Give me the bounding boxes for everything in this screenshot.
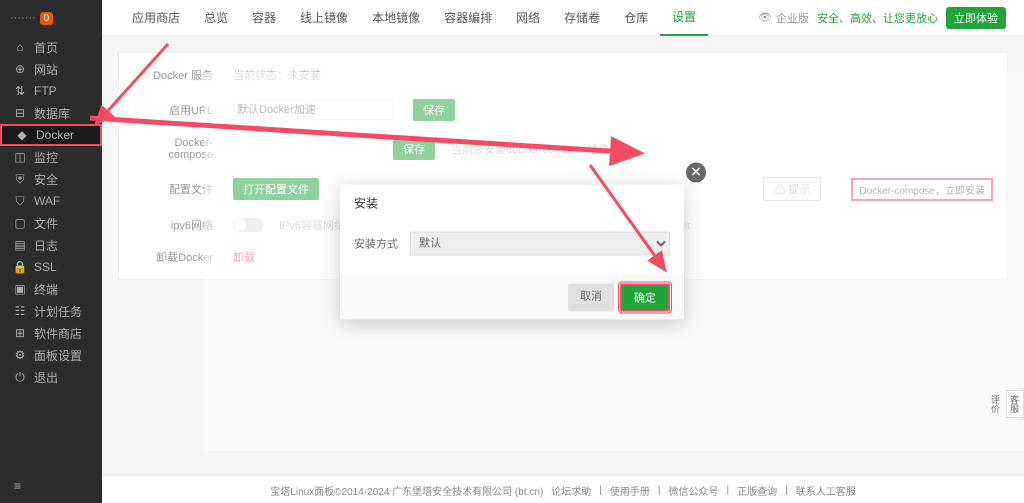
sidebar-item-database[interactable]: ⊟ 数据库 [0, 102, 102, 124]
tab-compose[interactable]: 容器编排 [432, 0, 504, 36]
sidebar-item-website[interactable]: ⊕ 网站 [0, 58, 102, 80]
tab-registry[interactable]: 仓库 [612, 0, 660, 36]
side-widget[interactable]: 客服 评价 [1006, 390, 1024, 418]
sidebar-item-label: 数据库 [34, 105, 70, 122]
modal-close-button[interactable]: ✕ [686, 162, 706, 182]
monitor-icon: ◫ [14, 151, 26, 163]
sidebar-logo: ······· 0 [0, 0, 102, 36]
eye-text: 企业版 [776, 10, 809, 26]
sidebar-item-files[interactable]: ▢ 文件 [0, 212, 102, 234]
modal-cancel-button[interactable]: 取消 [568, 283, 614, 311]
copyright: 宝塔Linux面板©2014-2024 广东堡塔安全技术有限公司 (bt.cn) [270, 483, 543, 498]
home-icon: ⌂ [14, 41, 26, 53]
tab-settings[interactable]: 设置 [660, 0, 708, 36]
terminal-icon: ▣ [14, 283, 26, 295]
status-label: Docker 服务 [133, 67, 213, 83]
compose-label: Docker-compose [133, 137, 213, 161]
modal-ok-button[interactable]: 确定 [620, 283, 670, 311]
sidebar-item-logs[interactable]: ▤ 日志 [0, 234, 102, 256]
tab-online-images[interactable]: 线上镜像 [288, 0, 360, 36]
sidebar-item-terminal[interactable]: ▣ 终端 [0, 278, 102, 300]
sidebar-item-label: SSL [34, 260, 57, 274]
footer-link-wechat[interactable]: 微信公众号 [669, 483, 719, 498]
settings-icon: ⚙ [14, 349, 26, 361]
sidebar-collapse[interactable]: ≡ [14, 479, 21, 493]
install-method-label: 安装方式 [354, 235, 398, 251]
footer-link-verify[interactable]: 正版查询 [737, 483, 777, 498]
tab-network[interactable]: 网络 [504, 0, 552, 36]
sidebar-item-cron[interactable]: ☷ 计划任务 [0, 300, 102, 322]
tab-local-images[interactable]: 本地镜像 [360, 0, 432, 36]
eye-icon: 👁 [758, 11, 772, 24]
sidebar-item-label: 首页 [34, 39, 58, 56]
sidebar-item-label: 日志 [34, 237, 58, 254]
sidebar-item-ssl[interactable]: 🔒 SSL [0, 256, 102, 278]
install-modal: ✕ 安装 安装方式 默认 取消 确定 [340, 184, 684, 319]
sidebar-item-label: 监控 [34, 149, 58, 166]
sidebar-item-home[interactable]: ⌂ 首页 [0, 36, 102, 58]
sidebar-item-label: WAF [34, 194, 60, 208]
side-widget-support[interactable]: 客服 [1008, 395, 1021, 413]
ftp-icon: ⇅ [14, 85, 26, 97]
ssl-icon: 🔒 [14, 261, 26, 273]
experience-button[interactable]: 立即体验 [946, 7, 1006, 29]
globe-icon: ⊕ [14, 63, 26, 75]
footer: 宝塔Linux面板©2014-2024 广东堡塔安全技术有限公司 (bt.cn)… [102, 477, 1024, 503]
mirror-label: 启用URL [133, 102, 213, 118]
eye-badge: 👁 企业版 [758, 10, 809, 26]
footer-link-support[interactable]: 联系人工客服 [796, 483, 856, 498]
file-label: 配置文件 [133, 181, 213, 197]
tab-volumes[interactable]: 存储卷 [552, 0, 612, 36]
sidebar-item-waf[interactable]: ⛉ WAF [0, 190, 102, 212]
sidebar-item-label: 文件 [34, 215, 58, 232]
install-method-select[interactable]: 默认 [410, 231, 670, 255]
sidebar-item-store[interactable]: ⊞ 软件商店 [0, 322, 102, 344]
sidebar-item-label: 计划任务 [34, 303, 82, 320]
footer-link-manual[interactable]: 使用手册 [610, 483, 650, 498]
sidebar-item-settings[interactable]: ⚙ 面板设置 [0, 344, 102, 366]
sidebar-item-label: 网站 [34, 61, 58, 78]
sidebar-item-monitor[interactable]: ◫ 监控 [0, 146, 102, 168]
db-icon: ⊟ [14, 107, 26, 119]
notification-badge[interactable]: 0 [40, 12, 54, 25]
tab-appstore[interactable]: 应用商店 [120, 0, 192, 36]
ipv6-label: ipv6网络 [133, 217, 213, 233]
sidebar-item-label: 退出 [34, 369, 58, 386]
side-widget-rate[interactable]: 评价 [989, 395, 1002, 413]
uninstall-label: 卸载Docker [133, 249, 213, 265]
modal-footer: 取消 确定 [340, 275, 684, 319]
tab-overview[interactable]: 总览 [192, 0, 240, 36]
modal-body: 安装方式 默认 [340, 221, 684, 275]
modal-title: 安装 [340, 184, 684, 221]
sidebar-item-docker[interactable]: ◆ Docker [0, 124, 102, 146]
footer-link-forum[interactable]: 论坛求助 [551, 483, 591, 498]
task-icon: ☷ [14, 305, 26, 317]
sidebar-item-ftp[interactable]: ⇅ FTP [0, 80, 102, 102]
file-icon: ▢ [14, 217, 26, 229]
store-icon: ⊞ [14, 327, 26, 339]
log-icon: ▤ [14, 239, 26, 251]
sidebar-item-label: 安全 [34, 171, 58, 188]
sidebar-item-label: 软件商店 [34, 325, 82, 342]
sidebar-item-exit[interactable]: ⏻ 退出 [0, 366, 102, 388]
sidebar-item-security[interactable]: ⛨ 安全 [0, 168, 102, 190]
shield-icon: ⛨ [14, 173, 26, 185]
tabs-right: 👁 企业版 安全、高效、让您更放心 立即体验 [758, 7, 1006, 29]
tabs: 应用商店 总览 容器 线上镜像 本地镜像 容器编排 网络 存储卷 仓库 设置 👁… [102, 0, 1024, 36]
sidebar-item-label: 面板设置 [34, 347, 82, 364]
sidebar-item-label: 终端 [34, 281, 58, 298]
exit-icon: ⏻ [14, 371, 26, 383]
logo-text: ······· [10, 12, 36, 24]
sidebar: ······· 0 ⌂首页 ⊕网站 ⇅FTP ⊟数据库 ◆Docker ◫监控 … [0, 0, 102, 503]
waf-icon: ⛉ [14, 195, 26, 207]
docker-icon: ◆ [16, 129, 28, 141]
tab-containers[interactable]: 容器 [240, 0, 288, 36]
sidebar-item-label: FTP [34, 84, 57, 98]
safe-text: 安全、高效、让您更放心 [817, 10, 938, 26]
sidebar-item-label: Docker [36, 128, 74, 142]
